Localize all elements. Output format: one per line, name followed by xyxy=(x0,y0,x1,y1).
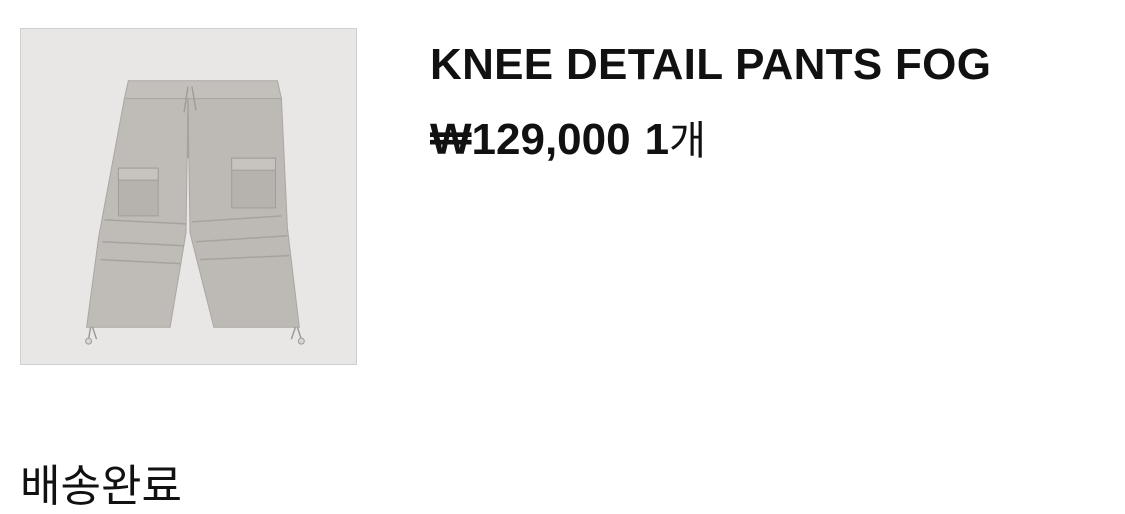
product-title[interactable]: KNEE DETAIL PANTS FOG xyxy=(430,40,991,90)
delivery-status: 배송완료 xyxy=(20,461,182,512)
price-quantity-row: ₩129,000 1개 xyxy=(430,108,706,166)
product-price: ₩129,000 xyxy=(430,115,631,164)
quantity-count: 1 xyxy=(644,115,670,164)
product-image[interactable] xyxy=(20,28,357,365)
quantity-unit: 개 xyxy=(669,118,706,164)
order-item: KNEE DETAIL PANTS FOG ₩129,000 1개 xyxy=(20,28,1120,368)
cargo-pants-icon xyxy=(85,80,305,345)
